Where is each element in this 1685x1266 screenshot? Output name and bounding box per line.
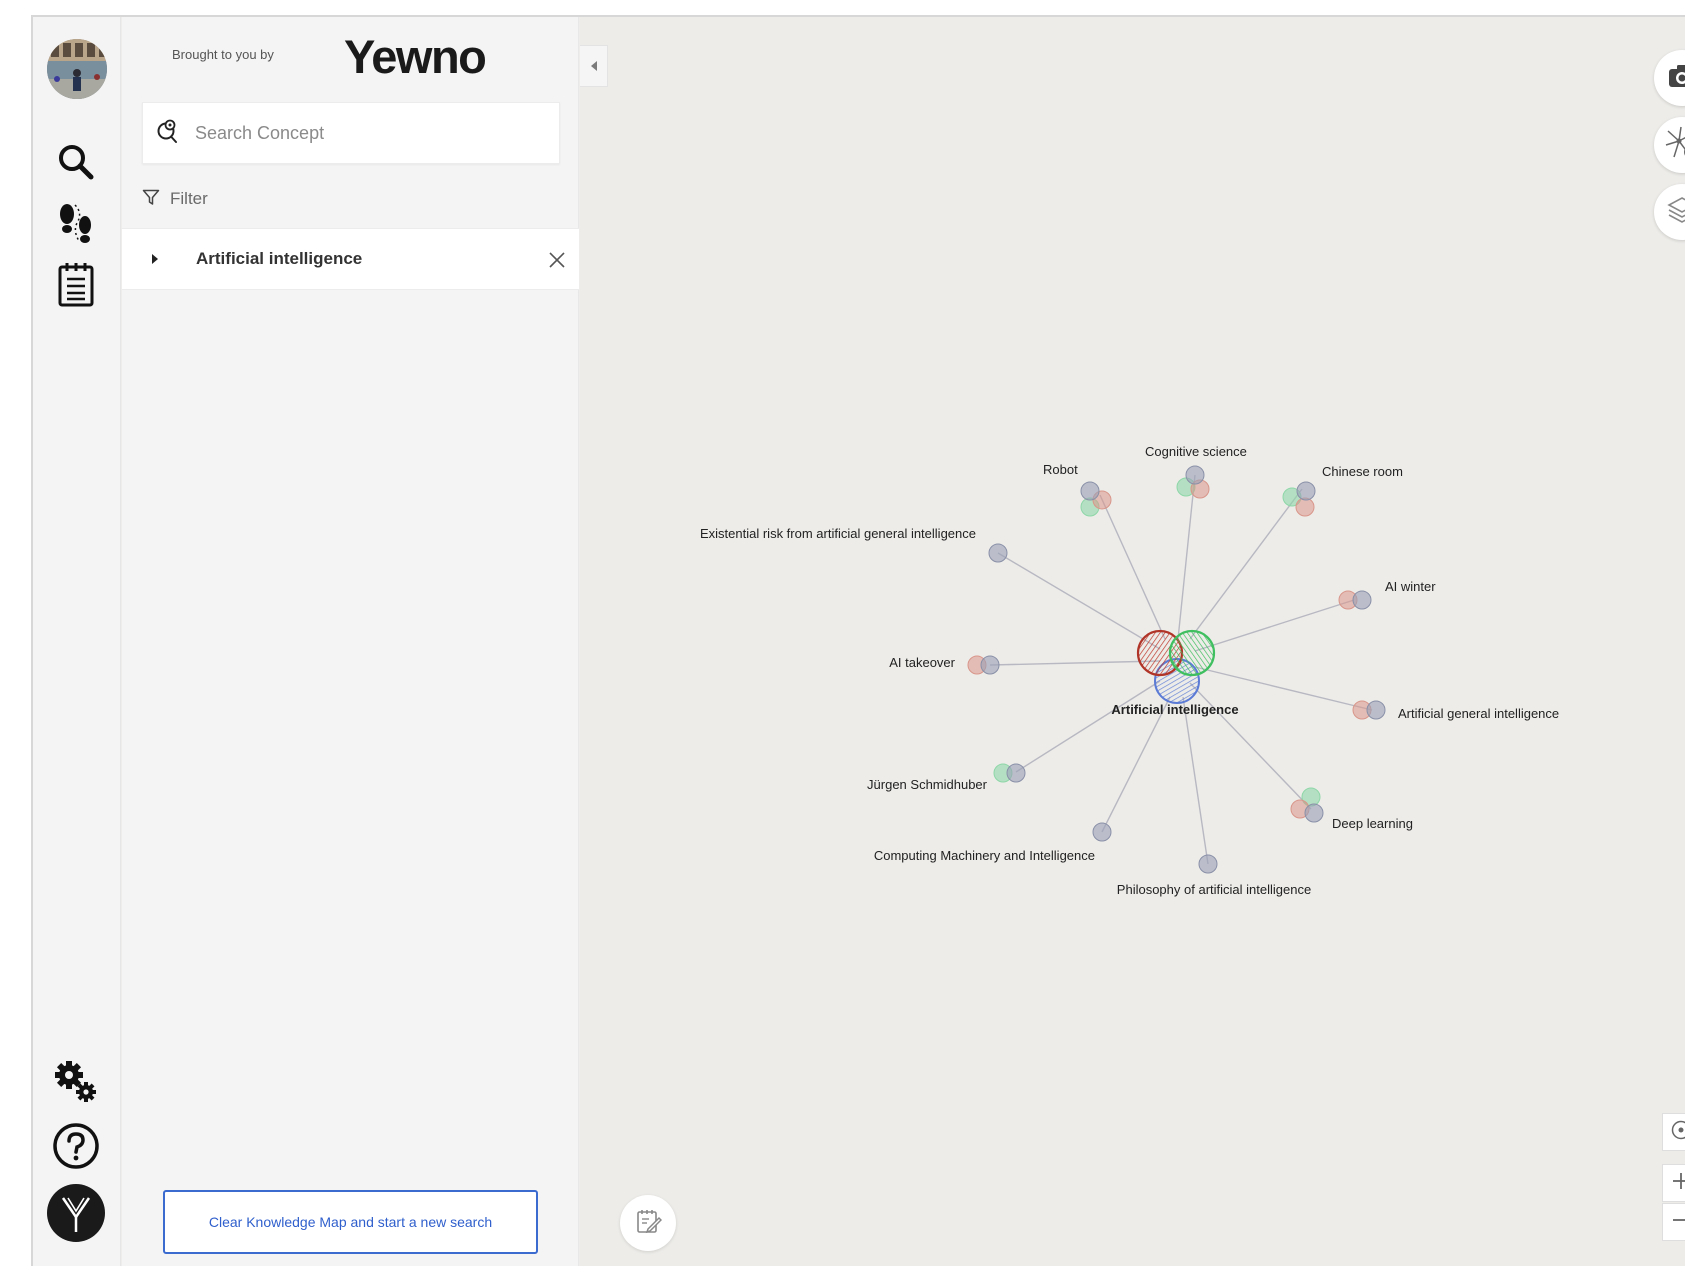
graph-node-artificial-general-intelligence[interactable]: Artificial general intelligence: [1352, 700, 1559, 721]
node-label-robot: Robot: [1043, 462, 1078, 477]
avatar[interactable]: [47, 39, 107, 99]
filter-label: Filter: [170, 189, 208, 208]
concept-label: Artificial intelligence: [196, 249, 363, 268]
layers-icon: [1666, 195, 1685, 230]
target-icon: [1670, 1119, 1685, 1146]
node-label-ai-takeover: AI takeover: [889, 655, 955, 670]
edge-ai-winter: [1194, 599, 1355, 652]
footsteps-icon[interactable]: [46, 193, 106, 253]
close-icon[interactable]: [545, 248, 569, 272]
graph-node-cognitive-science[interactable]: Cognitive science: [1145, 444, 1247, 499]
node-label-computing-machinery: Computing Machinery and Intelligence: [874, 848, 1095, 863]
node-label-chinese-room: Chinese room: [1322, 464, 1403, 479]
knowledge-graph[interactable]: Robot Cognitive science Chinese room Exi…: [580, 17, 1685, 1266]
graph-node-deep-learning[interactable]: Deep learning: [1290, 787, 1413, 831]
node-label-philosophy-of-ai: Philosophy of artificial intelligence: [1117, 882, 1311, 897]
edge-robot: [1099, 494, 1166, 640]
network-add-icon: [1664, 125, 1685, 166]
edge-cognitive-science: [1177, 474, 1196, 640]
node-label-cognitive-science: Cognitive science: [1145, 444, 1247, 459]
graph-node-existential-risk[interactable]: Existential risk from artificial general…: [700, 526, 1008, 563]
knowledge-map[interactable]: Robot Cognitive science Chinese room Exi…: [580, 17, 1685, 1266]
help-icon[interactable]: [46, 1116, 106, 1176]
concept-search-icon: [155, 118, 181, 149]
notepad-icon[interactable]: [46, 254, 106, 314]
search-box: [142, 102, 560, 164]
graph-node-robot[interactable]: Robot: [1043, 462, 1112, 517]
edge-ai-takeover: [989, 660, 1161, 666]
node-label-artificial-general-intelligence: Artificial general intelligence: [1398, 706, 1559, 721]
caret-right-icon[interactable]: [152, 254, 158, 264]
graph-node-ai-takeover[interactable]: AI takeover: [889, 655, 1000, 675]
edge-computing-machinery: [1101, 696, 1171, 833]
node-label-center: Artificial intelligence: [1111, 702, 1238, 717]
zoom-out-button[interactable]: [1662, 1203, 1685, 1241]
filter-icon: [142, 188, 160, 211]
zoom-in-button[interactable]: [1662, 1164, 1685, 1202]
edge-existential-risk: [997, 552, 1161, 650]
graph-node-center[interactable]: Artificial intelligence: [1111, 629, 1239, 717]
node-label-jurgen-schmidhuber: Jürgen Schmidhuber: [867, 777, 988, 792]
side-panel: Brought to you by Yewno Filter Artificia…: [122, 17, 579, 1266]
brand-logo: Yewno: [344, 30, 487, 83]
edge-chinese-room: [1189, 488, 1303, 640]
app-window: Brought to you by Yewno Filter Artificia…: [31, 15, 1685, 1266]
settings-gears-icon[interactable]: [46, 1052, 106, 1112]
node-label-existential-risk: Existential risk from artificial general…: [700, 526, 976, 541]
graph-node-computing-machinery[interactable]: Computing Machinery and Intelligence: [874, 822, 1112, 863]
note-edit-icon: [634, 1207, 663, 1240]
graph-node-chinese-room[interactable]: Chinese room: [1282, 464, 1403, 517]
notes-button[interactable]: [620, 1195, 676, 1251]
node-label-ai-winter: AI winter: [1385, 579, 1436, 594]
recenter-button[interactable]: [1662, 1113, 1685, 1151]
concept-row[interactable]: Artificial intelligence: [122, 228, 579, 290]
graph-node-philosophy-of-ai[interactable]: Philosophy of artificial intelligence: [1117, 854, 1311, 897]
filter-toggle[interactable]: Filter: [142, 185, 208, 213]
plus-icon: [1671, 1171, 1685, 1196]
graph-node-ai-winter[interactable]: AI winter: [1338, 579, 1436, 610]
camera-icon: [1667, 63, 1685, 94]
icon-rail: [33, 17, 121, 1266]
edge-philosophy-of-ai: [1182, 696, 1209, 865]
graph-node-jurgen-schmidhuber[interactable]: Jürgen Schmidhuber: [867, 763, 1026, 792]
search-input[interactable]: [195, 122, 535, 144]
yewno-logo-icon[interactable]: [46, 1183, 106, 1243]
clear-map-button[interactable]: Clear Knowledge Map and start a new sear…: [163, 1190, 538, 1254]
minus-icon: [1671, 1210, 1685, 1235]
node-label-deep-learning: Deep learning: [1332, 816, 1413, 831]
search-icon[interactable]: [46, 132, 106, 192]
brand-tagline: Brought to you by: [172, 47, 274, 62]
